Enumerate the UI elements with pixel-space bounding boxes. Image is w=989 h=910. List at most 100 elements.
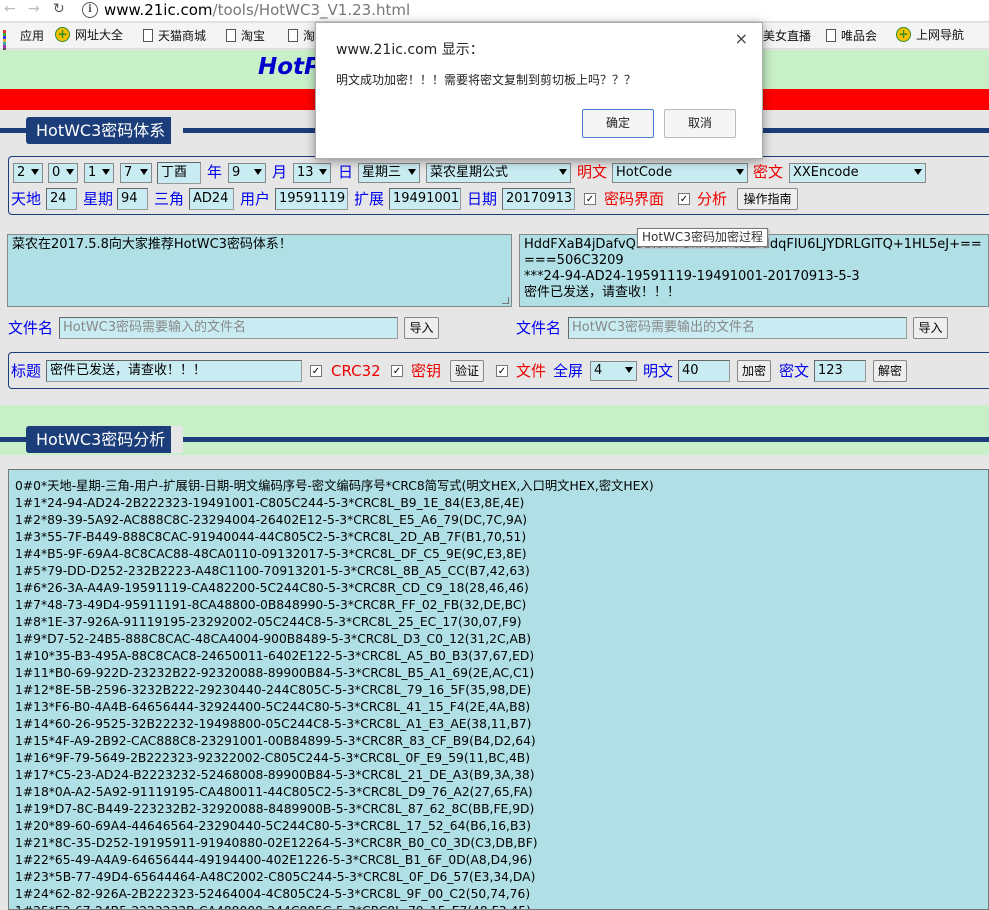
analysis-checkbox[interactable]: ✓ bbox=[678, 193, 690, 205]
bookmark-url-directory[interactable]: + 网址大全 bbox=[55, 26, 123, 43]
url-field[interactable]: www.21ic.com/tools/HotWC3_V1.23.html bbox=[104, 0, 410, 20]
ok-button[interactable]: 确定 bbox=[582, 109, 654, 138]
analysis-line: 1#1*24-94-AD24-2B222323-19491001-C805C24… bbox=[15, 496, 525, 510]
analysis-line: 1#2*89-39-5A92-AC888C8C-23294004-26402E1… bbox=[15, 513, 528, 527]
alert-dialog: www.21ic.com 显示： × 明文成功加密！！！需要将密文复制到剪切板上… bbox=[315, 22, 763, 159]
dialog-title: www.21ic.com 显示： bbox=[336, 42, 484, 58]
document-icon bbox=[143, 29, 153, 42]
analysis-line: 1#18*0A-A2-5A92-91119195-CA480011-44C805… bbox=[15, 785, 533, 799]
bookmark-label: 淘 bbox=[303, 29, 316, 43]
section-header-analysis: HotWC3密码分析 bbox=[0, 420, 989, 458]
select-value: XXEncode bbox=[793, 165, 859, 180]
plain-length-field[interactable]: 40 bbox=[678, 360, 730, 382]
cipher-encoding-label: 密文 bbox=[753, 163, 784, 181]
output-file-label: 文件名 bbox=[516, 319, 562, 337]
ext-field[interactable]: 19491001 bbox=[389, 188, 461, 210]
output-file-field[interactable]: HotWC3密码需要输出的文件名 bbox=[568, 317, 907, 339]
analysis-line: 1#4*B5-9F-69A4-8C8CAC88-48CA0110-0913201… bbox=[15, 547, 527, 561]
date-field[interactable]: 20170913 bbox=[502, 188, 575, 210]
analysis-line: 1#19*D7-8C-B449-223232B2-32920088-848990… bbox=[15, 802, 535, 816]
site-info-icon[interactable]: i bbox=[82, 2, 98, 18]
bookmark-apps[interactable]: 应用 bbox=[3, 27, 44, 57]
encrypt-button[interactable]: 加密 bbox=[737, 360, 771, 382]
week-field[interactable]: 94 bbox=[117, 188, 148, 210]
ganzhi-field[interactable]: 丁酉 bbox=[157, 162, 201, 184]
ext-label: 扩展 bbox=[354, 190, 385, 208]
month-select[interactable]: 9 bbox=[228, 163, 266, 183]
bookmark-label: 淘宝 bbox=[241, 29, 266, 43]
analysis-line: 1#6*26-3A-A4A9-19591119-CA482200-5C244C8… bbox=[15, 581, 529, 595]
file-checkbox[interactable]: ✓ bbox=[496, 365, 508, 377]
decrypt-button[interactable]: 解密 bbox=[873, 360, 907, 382]
verify-button[interactable]: 验证 bbox=[450, 360, 484, 382]
ui-checkbox[interactable]: ✓ bbox=[584, 193, 596, 205]
year-digit-1-select[interactable]: 2 bbox=[13, 163, 43, 183]
key-checkbox[interactable]: ✓ bbox=[391, 365, 403, 377]
analysis-line: 1#21*8C-35-D252-19195911-91940880-02E122… bbox=[15, 836, 538, 850]
year-digit-2-select[interactable]: 0 bbox=[48, 163, 78, 183]
plain-encoding-select[interactable]: HotCode bbox=[612, 163, 748, 183]
day-select[interactable]: 13 bbox=[293, 163, 331, 183]
document-icon bbox=[826, 29, 836, 42]
plain-encoding-label: 明文 bbox=[577, 163, 608, 181]
date-label: 日期 bbox=[467, 190, 498, 208]
tiandi-field[interactable]: 24 bbox=[46, 188, 77, 210]
file-label: 文件 bbox=[516, 362, 547, 380]
guide-button[interactable]: 操作指南 bbox=[737, 188, 798, 210]
cancel-button[interactable]: 取消 bbox=[664, 109, 736, 138]
reload-icon[interactable]: ↻ bbox=[53, 1, 65, 17]
input-file-field[interactable]: HotWC3密码需要输入的文件名 bbox=[59, 317, 398, 339]
back-icon[interactable]: ← bbox=[4, 1, 16, 17]
analysis-line: 1#10*35-B3-495A-88C8CAC8-24650011-6402E1… bbox=[15, 649, 535, 663]
bookmark-vip[interactable]: 唯品会 bbox=[826, 27, 877, 44]
chevron-down-icon bbox=[914, 169, 922, 175]
sanjiao-label: 三角 bbox=[154, 190, 185, 208]
plaintext-area[interactable]: 菜农在2017.5.8向大家推荐HotWC3密码体系！ bbox=[7, 234, 512, 307]
bookmark-tao[interactable]: 淘 bbox=[288, 27, 315, 44]
chevron-down-icon bbox=[408, 169, 416, 175]
select-value: HotCode bbox=[616, 165, 673, 180]
select-value: 星期三 bbox=[362, 165, 402, 180]
sanjiao-field[interactable]: AD24 bbox=[189, 188, 234, 210]
analysis-line: 1#14*60-26-9525-32B22232-19498800-05C244… bbox=[15, 717, 532, 731]
bookmark-label: 美女直播 bbox=[763, 29, 812, 43]
select-value: 13 bbox=[297, 165, 314, 180]
close-icon[interactable]: × bbox=[735, 29, 748, 48]
chevron-down-icon bbox=[102, 169, 110, 175]
user-label: 用户 bbox=[240, 190, 271, 208]
crc-label: CRC32 bbox=[331, 362, 381, 380]
analysis-line: 1#25*E2-67-24B5-2223232B-CA488008-244C80… bbox=[15, 903, 988, 909]
user-field[interactable]: 19591119 bbox=[275, 188, 348, 210]
resize-handle-icon[interactable] bbox=[502, 297, 509, 304]
formula-select[interactable]: 菜农星期公式 bbox=[426, 163, 571, 183]
title-label: 标题 bbox=[11, 362, 42, 380]
plus-globe-icon: + bbox=[55, 27, 70, 42]
analysis-line: 1#15*4F-A9-2B92-CAC888C8-23291001-00B848… bbox=[15, 734, 536, 748]
crc-checkbox[interactable]: ✓ bbox=[310, 365, 322, 377]
weekday-select[interactable]: 星期三 bbox=[358, 163, 420, 183]
title-field[interactable]: 密件已发送，请查收！！！ bbox=[46, 360, 302, 382]
section-title: HotWC3密码分析 bbox=[26, 426, 184, 453]
bookmark-nav[interactable]: + 上网导航 bbox=[896, 26, 964, 43]
select-value: 7 bbox=[124, 165, 133, 180]
input-import-button[interactable]: 导入 bbox=[404, 317, 439, 339]
chevron-down-icon bbox=[625, 367, 633, 373]
chevron-down-icon bbox=[319, 169, 327, 175]
bookmark-tmall[interactable]: 天猫商城 bbox=[143, 27, 206, 44]
analysis-output[interactable]: 0#0*天地-星期-三角-用户-扩展钥-日期-明文编码序号-密文编码序号*CRC… bbox=[8, 469, 989, 910]
year-digit-3-select[interactable]: 1 bbox=[84, 163, 114, 183]
output-import-button[interactable]: 导入 bbox=[913, 317, 948, 339]
week-label: 星期 bbox=[83, 190, 114, 208]
year-label: 年 bbox=[207, 163, 223, 181]
cipher-encoding-select[interactable]: XXEncode bbox=[789, 163, 926, 183]
cipher-length-field[interactable]: 123 bbox=[814, 360, 866, 382]
select-value: 菜农星期公式 bbox=[430, 165, 509, 180]
year-digit-4-select[interactable]: 7 bbox=[120, 163, 152, 183]
bookmark-live[interactable]: 美女直播 bbox=[763, 27, 811, 44]
analysis-line: 1#17*C5-23-AD24-B2223232-52468008-89900B… bbox=[15, 768, 535, 782]
dialog-message: 明文成功加密！！！需要将密文复制到剪切板上吗？？？ bbox=[336, 73, 637, 87]
apps-grid-icon bbox=[3, 29, 15, 57]
bookmark-taobao[interactable]: 淘宝 bbox=[226, 27, 265, 44]
fullscreen-select[interactable]: 4 bbox=[590, 361, 637, 381]
forward-icon[interactable]: → bbox=[28, 1, 40, 17]
